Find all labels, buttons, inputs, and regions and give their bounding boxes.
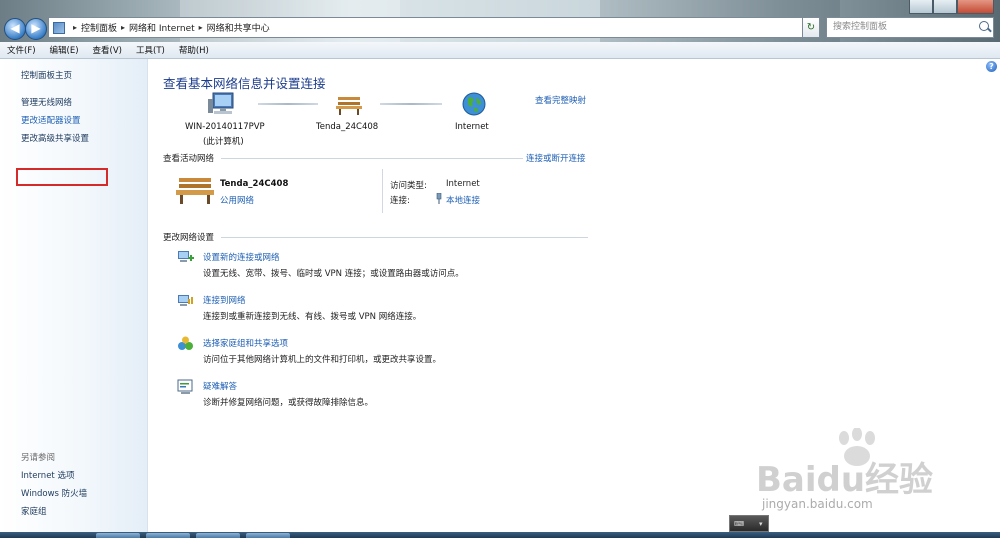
taskbar-button[interactable] bbox=[246, 533, 290, 538]
see-also-homegroup[interactable]: 家庭组 bbox=[21, 505, 47, 517]
connection-line bbox=[258, 103, 318, 105]
menu-help[interactable]: 帮助(H) bbox=[172, 44, 216, 56]
homegroup-icon bbox=[178, 336, 193, 350]
maximize-button[interactable] bbox=[932, 0, 957, 14]
computer-icon[interactable] bbox=[208, 91, 238, 117]
view-full-map-link[interactable]: 查看完整映射 bbox=[535, 94, 586, 106]
menu-bar: 文件(F) 编辑(E) 查看(V) 工具(T) 帮助(H) bbox=[0, 42, 1000, 59]
task-connect-network[interactable]: 连接到网络 bbox=[203, 294, 246, 306]
window-buttons bbox=[909, 0, 994, 14]
menu-file[interactable]: 文件(F) bbox=[0, 44, 43, 56]
network-name-label: Tenda_24C408 bbox=[316, 122, 379, 132]
search-icon[interactable] bbox=[979, 21, 989, 31]
language-bar[interactable]: ⌨ ▾ bbox=[729, 515, 769, 532]
computer-sub-label: (此计算机) bbox=[203, 137, 244, 147]
chevron-down-icon[interactable]: ▾ bbox=[759, 520, 763, 528]
sidebar-item-change-adapter-settings[interactable]: 更改适配器设置 bbox=[21, 114, 81, 126]
task-new-connection[interactable]: 设置新的连接或网络 bbox=[203, 251, 280, 263]
internet-globe-icon[interactable] bbox=[462, 92, 486, 116]
connection-line bbox=[380, 103, 442, 105]
breadcrumb-separator-icon[interactable]: ▸ bbox=[73, 23, 77, 32]
highlight-box bbox=[16, 168, 108, 186]
access-type-label: 访问类型: bbox=[390, 181, 427, 191]
task-troubleshoot-desc: 诊断并修复网络问题，或获得故障排除信息。 bbox=[203, 398, 374, 408]
network-bench-icon[interactable] bbox=[336, 93, 362, 115]
sidebar: 控制面板主页 管理无线网络 更改适配器设置 更改高级共享设置 另请参阅 Inte… bbox=[0, 59, 148, 534]
breadcrumb-item[interactable]: 网络和 Internet bbox=[129, 21, 195, 34]
new-connection-icon bbox=[178, 251, 194, 262]
active-networks-title: 查看活动网络 bbox=[163, 154, 215, 164]
internet-label: Internet bbox=[455, 122, 489, 132]
access-type-value: Internet bbox=[446, 179, 480, 189]
network-type-link[interactable]: 公用网络 bbox=[220, 194, 254, 206]
see-also-title: 另请参阅 bbox=[21, 453, 56, 463]
breadcrumb-separator-icon[interactable]: ▸ bbox=[199, 23, 203, 32]
sidebar-item-advanced-sharing[interactable]: 更改高级共享设置 bbox=[21, 132, 89, 144]
sidebar-item-manage-wireless[interactable]: 管理无线网络 bbox=[21, 96, 72, 108]
connection-label: 连接: bbox=[390, 196, 410, 206]
network-bench-icon bbox=[176, 178, 214, 204]
search-input[interactable]: 搜索控制面板 bbox=[826, 17, 994, 38]
forward-button[interactable]: ▶ bbox=[25, 18, 47, 40]
taskbar-button[interactable] bbox=[96, 533, 140, 538]
taskbar-button[interactable] bbox=[196, 533, 240, 538]
troubleshoot-icon bbox=[177, 379, 193, 394]
window-titlebar: ◀ ▶ ▸ 控制面板 ▸ 网络和 Internet ▸ 网络和共享中心 ▼ ↻ … bbox=[0, 0, 1000, 42]
close-button[interactable] bbox=[956, 0, 994, 14]
task-homegroup[interactable]: 选择家庭组和共享选项 bbox=[203, 337, 288, 349]
see-also-internet-options[interactable]: Internet 选项 bbox=[21, 469, 74, 481]
refresh-button[interactable]: ↻ bbox=[802, 17, 820, 38]
task-homegroup-desc: 访问位于其他网络计算机上的文件和打印机，或更改共享设置。 bbox=[203, 355, 442, 365]
computer-name-label: WIN-20140117PVP bbox=[185, 122, 265, 132]
breadcrumb-item[interactable]: 网络和共享中心 bbox=[207, 21, 270, 34]
vertical-divider bbox=[382, 169, 383, 213]
menu-edit[interactable]: 编辑(E) bbox=[43, 44, 86, 56]
menu-tools[interactable]: 工具(T) bbox=[129, 44, 172, 56]
section-divider bbox=[221, 237, 588, 238]
back-button[interactable]: ◀ bbox=[4, 18, 26, 40]
breadcrumb-separator-icon[interactable]: ▸ bbox=[121, 23, 125, 32]
page-title: 查看基本网络信息并设置连接 bbox=[163, 76, 326, 91]
ethernet-icon bbox=[436, 193, 442, 204]
task-connect-network-desc: 连接到或重新连接到无线、有线、拨号或 VPN 网络连接。 bbox=[203, 312, 422, 322]
connect-network-icon bbox=[178, 295, 193, 306]
baidu-watermark: Baidu经验 bbox=[756, 460, 934, 500]
search-placeholder: 搜索控制面板 bbox=[833, 22, 888, 32]
see-also-firewall[interactable]: Windows 防火墙 bbox=[21, 487, 87, 499]
task-new-connection-desc: 设置无线、宽带、拨号、临时或 VPN 连接；或设置路由器或访问点。 bbox=[203, 269, 464, 279]
section-divider bbox=[221, 158, 523, 159]
active-network-name: Tenda_24C408 bbox=[220, 179, 289, 189]
sidebar-item-control-panel-home[interactable]: 控制面板主页 bbox=[21, 69, 72, 81]
task-troubleshoot[interactable]: 疑难解答 bbox=[203, 380, 237, 392]
connect-disconnect-link[interactable]: 连接或断开连接 bbox=[526, 152, 586, 164]
help-icon[interactable]: ? bbox=[986, 61, 997, 72]
address-bar[interactable]: ▸ 控制面板 ▸ 网络和 Internet ▸ 网络和共享中心 ▼ bbox=[48, 17, 818, 38]
menu-view[interactable]: 查看(V) bbox=[86, 44, 129, 56]
taskbar bbox=[0, 532, 1000, 538]
taskbar-button[interactable] bbox=[146, 533, 190, 538]
control-panel-icon bbox=[53, 21, 65, 34]
change-settings-title: 更改网络设置 bbox=[163, 233, 215, 243]
breadcrumb-item[interactable]: 控制面板 bbox=[81, 21, 117, 34]
minimize-button[interactable] bbox=[909, 0, 933, 14]
watermark-url: jingyan.baidu.com bbox=[762, 497, 873, 511]
local-connection-link[interactable]: 本地连接 bbox=[446, 194, 480, 206]
keyboard-icon: ⌨ bbox=[734, 520, 745, 528]
